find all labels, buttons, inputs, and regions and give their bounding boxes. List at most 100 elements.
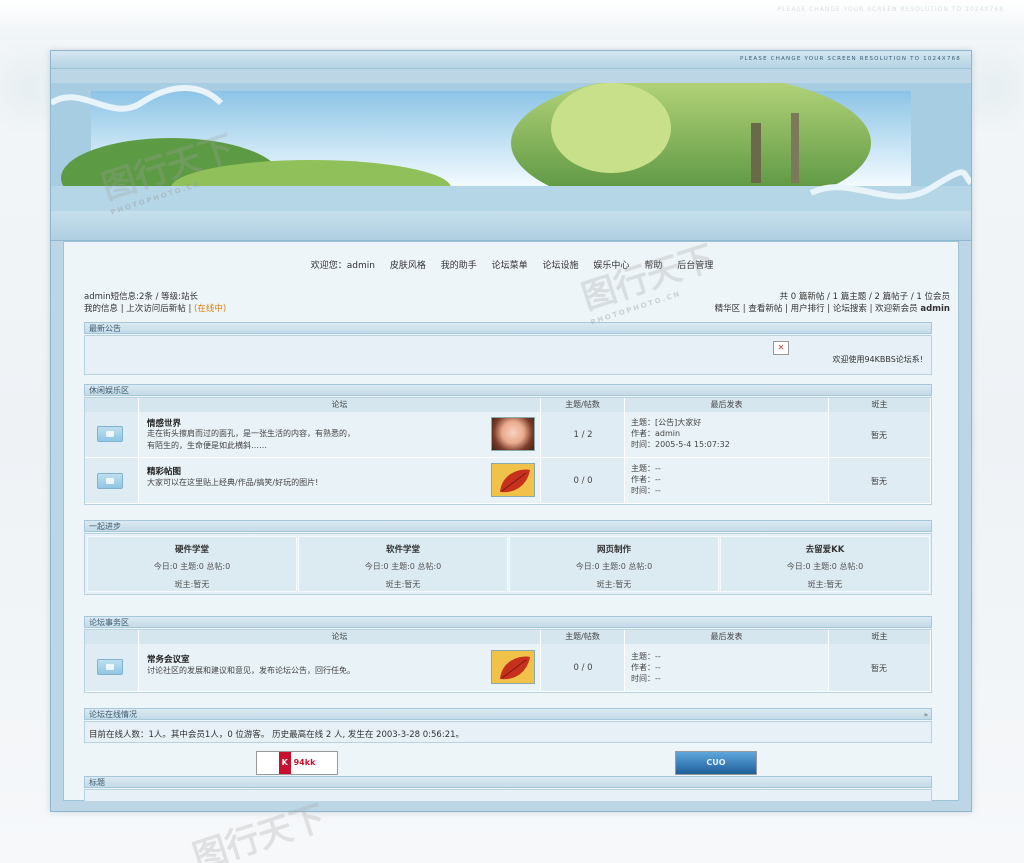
grid-forum-cell[interactable]: 硬件学堂 今日:0 主题:0 总帖:0 斑主:暂无 xyxy=(87,536,297,592)
nav-skin-style[interactable]: 皮肤风格 xyxy=(390,261,426,271)
announcement-header: 最新公告 xyxy=(84,322,932,334)
main-nav: 欢迎您：admin 皮肤风格 我的助手 论坛菜单 论坛设施 娱乐中心 帮助 后台… xyxy=(64,258,960,271)
online-section-header[interactable]: 论坛在线情况 » xyxy=(84,708,932,720)
forum-counts-cell: 0 / 0 xyxy=(541,458,625,504)
forum-name-link[interactable]: 精彩帖图 xyxy=(147,465,181,477)
grid-forum-cell[interactable]: 软件学堂 今日:0 主题:0 总帖:0 斑主:暂无 xyxy=(298,536,508,592)
forum-stats-line2: 精华区 | 查看新帖 | 用户排行 | 论坛搜索 | 欢迎新会员 admin xyxy=(715,302,950,314)
last-post-author: 作者：-- xyxy=(631,663,661,672)
forum-counts: 0 / 0 xyxy=(573,476,593,486)
leisure-forum-table: 论坛 主题/帖数 最后发表 斑主 情感世界 走在街头擦肩而过的面孔，是一张生活的… xyxy=(84,397,932,505)
nav-forum-menu[interactable]: 论坛菜单 xyxy=(492,261,528,271)
forum-moderator-cell: 暂无 xyxy=(829,458,931,504)
forum-counts: 1 / 2 xyxy=(573,430,593,440)
grid-forum-moderator: 斑主:暂无 xyxy=(807,580,843,589)
last-post-author: 作者：-- xyxy=(631,475,661,484)
forum-last-post-cell: 主题：-- 作者：-- 时间：-- xyxy=(625,644,829,692)
col-last-post: 最后发表 xyxy=(625,630,829,644)
forum-row-info: 情感世界 走在街头擦肩而过的面孔，是一张生活的内容，有熟悉的， 有陌生的，生命便… xyxy=(139,412,541,458)
last-post-time: 时间：-- xyxy=(631,674,661,683)
logo-94kk-text: 94kk xyxy=(293,758,316,767)
collapse-icon[interactable]: » xyxy=(924,710,928,720)
partner-logo-94kk[interactable]: K 94kk xyxy=(256,751,338,775)
stats-links[interactable]: 精华区 | 查看新帖 | 用户排行 | 论坛搜索 | 欢迎新会员 xyxy=(715,304,921,314)
col-icon xyxy=(85,398,139,412)
forum-moderator-cell: 暂无 xyxy=(829,412,931,458)
learning-section-header[interactable]: 一起进步 xyxy=(84,520,932,532)
forum-thumbnail-portrait xyxy=(491,417,535,451)
forum-thumbnail-leaf xyxy=(491,463,535,497)
col-forum: 论坛 xyxy=(139,630,541,644)
leaf-icon xyxy=(500,469,530,493)
last-post-topic: 主题：-- xyxy=(631,652,661,661)
forum-desc-line: 走在街头擦肩而过的面孔，是一张生活的内容，有熟悉的， xyxy=(147,429,355,438)
leisure-section-header[interactable]: 休闲娱乐区 xyxy=(84,384,932,396)
forum-counts-cell: 0 / 0 xyxy=(541,644,625,692)
forum-folder-icon xyxy=(97,659,123,675)
last-post-info: 主题：-- 作者：-- 时间：-- xyxy=(631,463,661,496)
grid-forum-name[interactable]: 软件学堂 xyxy=(299,543,507,555)
forum-description: 讨论社区的发展和建议和意见，发布论坛公告，回行任免。 xyxy=(147,666,355,675)
col-counts: 主题/帖数 xyxy=(541,630,625,644)
grid-forum-name[interactable]: 硬件学堂 xyxy=(88,543,296,555)
grid-forum-stats: 今日:0 主题:0 总帖:0 xyxy=(786,562,864,571)
announcement-text[interactable]: 欢迎使用94KBBS论坛系! xyxy=(832,354,923,365)
main-content: 欢迎您：admin 皮肤风格 我的助手 论坛菜单 论坛设施 娱乐中心 帮助 后台… xyxy=(63,241,959,801)
logo-94kk-mark: K xyxy=(278,752,291,774)
grid-forum-stats: 今日:0 主题:0 总帖:0 xyxy=(575,562,653,571)
forum-desc-line: 有陌生的，生命便是如此横斜…… xyxy=(147,441,267,450)
last-post-author[interactable]: 作者：admin xyxy=(631,428,730,439)
forum-moderator: 暂无 xyxy=(871,431,887,440)
grid-forum-stats: 今日:0 主题:0 总帖:0 xyxy=(153,562,231,571)
col-moderator: 斑主 xyxy=(829,398,931,412)
nav-welcome: 欢迎您：admin xyxy=(310,261,375,271)
newest-member[interactable]: admin xyxy=(920,304,950,314)
forum-counts: 0 / 0 xyxy=(573,663,593,673)
col-icon xyxy=(85,630,139,644)
forum-last-post-cell: 主题：-- 作者：-- 时间：-- xyxy=(625,458,829,504)
top-bar: PLEASE CHANGE YOUR SCREEN RESOLUTION TO … xyxy=(51,51,971,69)
last-post-time: 时间：-- xyxy=(631,486,661,495)
learning-forum-grid: 硬件学堂 今日:0 主题:0 总帖:0 斑主:暂无 软件学堂 今日:0 主题:0… xyxy=(84,533,932,595)
partner-logo-blue[interactable]: CUO xyxy=(675,751,757,775)
decorative-subbar xyxy=(51,211,971,241)
leaf-icon xyxy=(500,656,530,680)
last-post-info: 主题：-- 作者：-- 时间：-- xyxy=(631,651,661,684)
user-info-line1[interactable]: admin短信息:2条 / 等级:站长 xyxy=(84,290,198,302)
grid-forum-moderator: 斑主:暂无 xyxy=(596,580,632,589)
forum-row-icon-cell xyxy=(85,458,139,504)
announcement-close-icon[interactable]: ✕ xyxy=(773,341,789,355)
nav-my-assistant[interactable]: 我的助手 xyxy=(441,261,477,271)
grid-forum-name[interactable]: 网页制作 xyxy=(510,543,718,555)
forum-row-info: 精彩帖图 大家可以在这里贴上经典/作品/搞笑/好玩的图片! xyxy=(139,458,541,504)
last-post-topic: 主题：-- xyxy=(631,464,661,473)
forum-row-info: 常务会议室 讨论社区的发展和建议和意见，发布论坛公告，回行任免。 xyxy=(139,644,541,692)
col-last-post: 最后发表 xyxy=(625,398,829,412)
forum-moderator: 暂无 xyxy=(871,664,887,673)
col-counts: 主题/帖数 xyxy=(541,398,625,412)
nav-forum-facilities[interactable]: 论坛设施 xyxy=(543,261,579,271)
last-post-time: 时间：2005-5-4 15:07:32 xyxy=(631,440,730,449)
grid-forum-stats: 今日:0 主题:0 总帖:0 xyxy=(364,562,442,571)
grid-forum-cell[interactable]: 网页制作 今日:0 主题:0 总帖:0 斑主:暂无 xyxy=(509,536,719,592)
grid-forum-moderator: 斑主:暂无 xyxy=(385,580,421,589)
forum-counts-cell: 1 / 2 xyxy=(541,412,625,458)
links-panel xyxy=(84,789,932,801)
col-forum: 论坛 xyxy=(139,398,541,412)
user-links[interactable]: 我的信息 | 上次访问后新帖 | xyxy=(84,304,194,314)
forum-description: 大家可以在这里贴上经典/作品/搞笑/好玩的图片! xyxy=(147,478,319,487)
forum-name-link[interactable]: 常务会议室 xyxy=(147,653,190,665)
grid-forum-moderator: 斑主:暂无 xyxy=(174,580,210,589)
grid-forum-cell[interactable]: 去留爱KK 今日:0 主题:0 总帖:0 斑主:暂无 xyxy=(720,536,930,592)
forum-folder-icon xyxy=(97,426,123,442)
grid-forum-name[interactable]: 去留爱KK xyxy=(721,543,929,555)
page-top-strip: PLEASE CHANGE YOUR SCREEN RESOLUTION TO … xyxy=(0,0,1024,40)
forum-stats-line1: 共 0 篇新帖 / 1 篇主题 / 2 篇帖子 / 1 位会员 xyxy=(779,292,950,302)
affairs-forum-table: 论坛 主题/帖数 最后发表 斑主 常务会议室 讨论社区的发展和建议和意见，发布论… xyxy=(84,629,932,693)
affairs-section-header[interactable]: 论坛事务区 xyxy=(84,616,932,628)
resolution-note-ghost: PLEASE CHANGE YOUR SCREEN RESOLUTION TO … xyxy=(777,6,1004,13)
announcement-panel: ✕ 欢迎使用94KBBS论坛系! xyxy=(84,335,932,375)
forum-row-icon-cell xyxy=(85,412,139,458)
user-info-line2: 我的信息 | 上次访问后新帖 | (在线中) xyxy=(84,302,226,314)
last-post-topic[interactable]: 主题：[公告]大家好 xyxy=(631,417,730,428)
